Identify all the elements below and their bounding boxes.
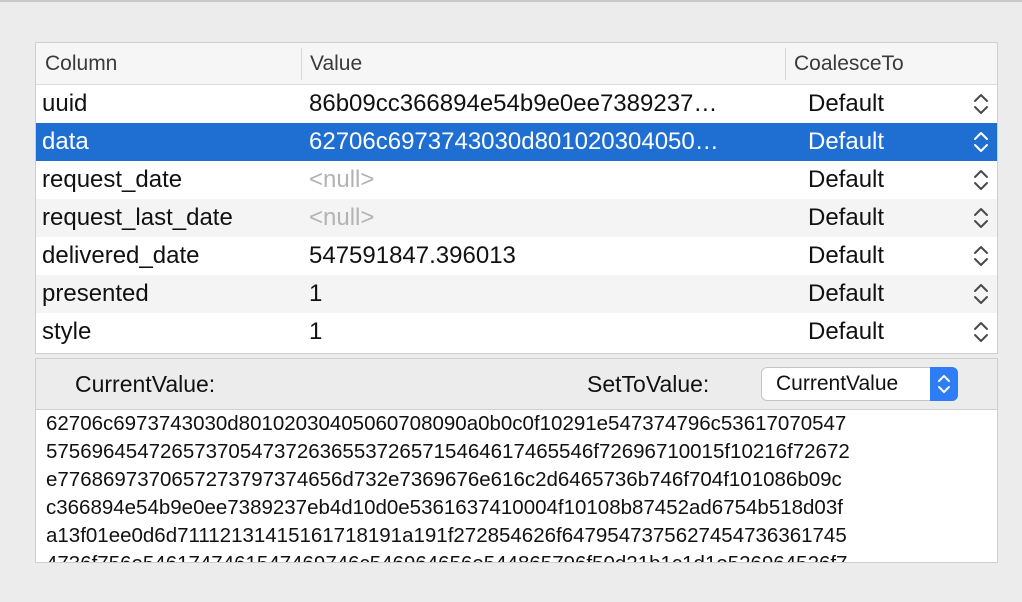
coalesce-to-cell[interactable]: Default [808, 275, 938, 313]
table-header: Column Value CoalesceTo [36, 43, 997, 85]
table-row[interactable]: request_date <null> Default [36, 161, 997, 199]
value-cell[interactable]: <null> [309, 199, 779, 237]
table-row[interactable]: data 62706c6973743030d801020304050… Defaul… [36, 123, 997, 161]
column-name-cell: delivered_date [42, 242, 200, 269]
value-editor-panel: CurrentValue: SetToValue: CurrentValue 6… [35, 358, 998, 563]
set-to-value-popup[interactable]: CurrentValue [761, 367, 958, 401]
column-name-cell: data [42, 128, 89, 155]
header-coalesce-to[interactable]: CoalesceTo [794, 43, 904, 85]
value-text-line: e7768697370657273797374656d732e7369676e6… [46, 468, 842, 491]
coalesce-to-cell[interactable]: Default [808, 85, 938, 123]
value-text-area[interactable]: 62706c6973743030d80102030405060708090a0b… [36, 409, 997, 562]
value-text-line: c366894e54b9e0ee7389237eb4d10d0e53616374… [46, 496, 843, 519]
coalesce-to-cell[interactable]: Default [808, 161, 938, 199]
updown-chevron-icon [938, 375, 950, 393]
updown-chevron-icon[interactable] [972, 282, 990, 306]
header-divider[interactable] [785, 48, 786, 80]
updown-chevron-icon[interactable] [972, 320, 990, 344]
updown-chevron-icon[interactable] [972, 130, 990, 154]
header-value[interactable]: Value [310, 43, 362, 85]
table-row[interactable]: presented 1 Default [36, 275, 997, 313]
value-text-line: 62706c6973743030d80102030405060708090a0b… [46, 412, 847, 435]
set-to-value-selected: CurrentValue [776, 372, 899, 395]
updown-chevron-icon[interactable] [972, 244, 990, 268]
header-divider[interactable] [301, 48, 302, 80]
coalesce-to-cell[interactable]: Default [808, 199, 938, 237]
coalesce-to-cell[interactable]: Default [808, 123, 938, 161]
column-name-cell: request_last_date [42, 204, 233, 231]
column-name-cell: request_date [42, 166, 183, 193]
window-top-edge [0, 0, 1022, 2]
value-cell[interactable]: 1 [309, 313, 779, 351]
table-row[interactable]: uuid 86b09cc366894e54b9e0ee7389237… Defaul… [36, 85, 997, 123]
popup-arrows-button[interactable] [930, 367, 958, 401]
value-cell[interactable]: 86b09cc366894e54b9e0ee7389237… [309, 85, 779, 123]
table-row[interactable]: request_last_date <null> Default [36, 199, 997, 237]
column-name-cell: style [42, 318, 92, 345]
value-cell[interactable]: <null> [309, 161, 779, 199]
value-cell[interactable]: 62706c6973743030d801020304050… [309, 123, 779, 161]
table-row[interactable]: style 1 Default [36, 313, 997, 351]
column-name-cell: presented [42, 280, 149, 307]
value-cell[interactable]: 547591847.396013 [309, 237, 779, 275]
current-value-label: CurrentValue: [75, 371, 216, 397]
value-text-line: 4736f756e5461747461547469746c546964656e5… [46, 550, 847, 562]
column-name-cell: uuid [42, 90, 88, 117]
updown-chevron-icon[interactable] [972, 92, 990, 116]
header-column[interactable]: Column [45, 43, 117, 85]
updown-chevron-icon[interactable] [972, 168, 990, 192]
columns-table[interactable]: Column Value CoalesceTo uuid 86b09cc36689… [35, 42, 998, 354]
table-row[interactable]: delivered_date 547591847.396013 Default [36, 237, 997, 275]
coalesce-to-cell[interactable]: Default [808, 313, 938, 351]
value-cell[interactable]: 1 [309, 275, 779, 313]
set-to-value-label: SetToValue: [587, 371, 710, 397]
updown-chevron-icon[interactable] [972, 206, 990, 230]
value-text-line: 5756964547265737054737263655372657154646… [46, 440, 850, 463]
value-text-line: a13f01ee0d6d71112131415161718191a191f272… [46, 524, 847, 547]
coalesce-to-cell[interactable]: Default [808, 237, 938, 275]
